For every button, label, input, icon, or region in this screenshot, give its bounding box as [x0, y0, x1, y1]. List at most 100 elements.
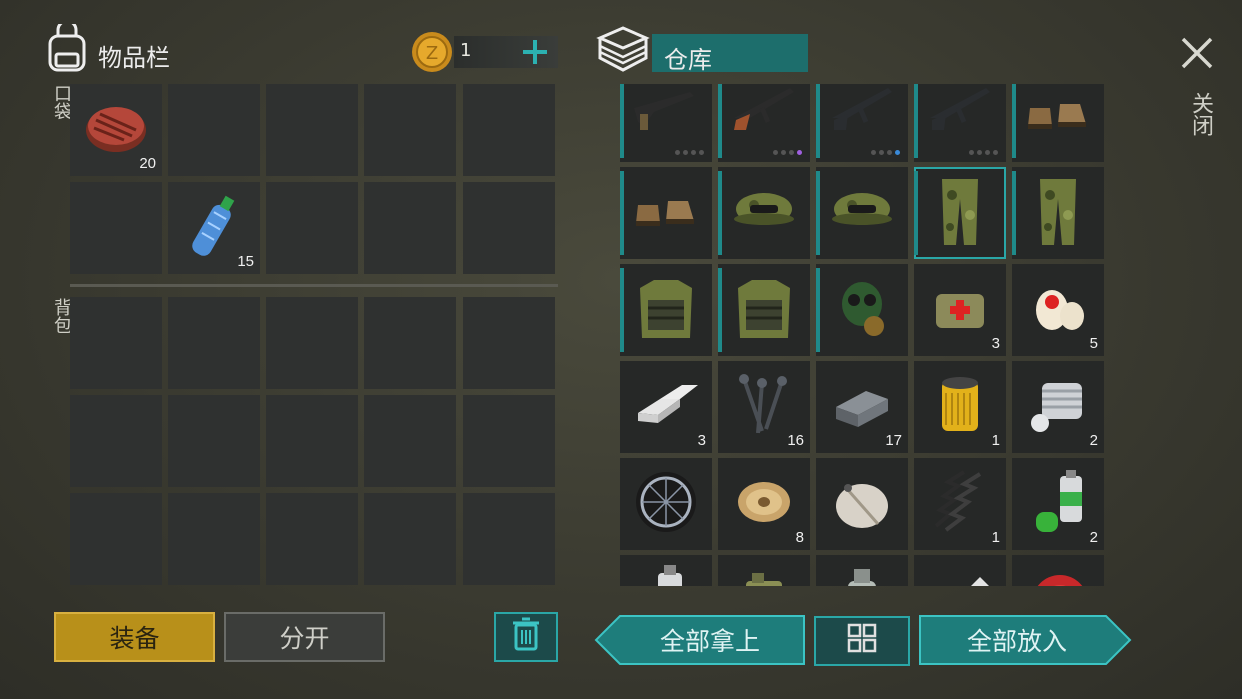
backpack-icon	[44, 19, 90, 72]
m4-rifle-icon	[826, 84, 898, 150]
oil-filter-slot[interactable]: 1	[914, 361, 1006, 453]
trash-button[interactable]	[494, 612, 558, 662]
ak-rifle-slot[interactable]	[718, 84, 810, 162]
take-all-button[interactable]: 全部拿上	[594, 614, 806, 666]
attachment-dot	[797, 150, 802, 155]
empty-slot[interactable]	[266, 182, 358, 274]
camo-vest-slot[interactable]	[620, 264, 712, 356]
add-coins-button[interactable]	[520, 36, 550, 68]
wheel-icon	[630, 466, 702, 538]
bottle-cap-icon	[1022, 563, 1094, 586]
bandage-icon	[1022, 272, 1094, 344]
steak-slot[interactable]: 20	[70, 84, 162, 176]
sort-grid-button[interactable]	[814, 616, 910, 666]
empty-slot[interactable]	[463, 84, 555, 176]
engine-cylinder-slot[interactable]: 2	[1012, 361, 1104, 453]
iron-ingot-slot[interactable]: 17	[816, 361, 908, 453]
close-icon[interactable]	[1180, 36, 1214, 70]
wire-spool-slot[interactable]: 8	[718, 458, 810, 550]
empty-slot[interactable]	[70, 395, 162, 487]
glass-jar-icon	[826, 563, 898, 586]
empty-slot[interactable]	[266, 84, 358, 176]
empty-slot[interactable]	[463, 493, 555, 585]
attachment-dot	[993, 150, 998, 155]
empty-slot[interactable]	[168, 84, 260, 176]
gas-mask-slot[interactable]	[816, 264, 908, 356]
empty-slot[interactable]	[70, 493, 162, 585]
empty-slot[interactable]	[168, 395, 260, 487]
spray-paint-blue-slot[interactable]	[620, 555, 712, 586]
attachment-dots	[969, 150, 998, 155]
m4-rifle-slot[interactable]	[816, 84, 908, 162]
close-label[interactable]: 关闭	[1184, 92, 1216, 136]
spring-slot[interactable]: 1	[914, 458, 1006, 550]
equipment-marker	[620, 171, 624, 255]
camo-vest-icon	[728, 272, 800, 344]
empty-slot[interactable]	[168, 297, 260, 389]
wheel-slot[interactable]	[620, 458, 712, 550]
item-count: 3	[991, 335, 1000, 352]
camo-pants-slot[interactable]	[914, 167, 1006, 259]
attachment-dot	[675, 150, 680, 155]
water-bottle-slot[interactable]: 15	[168, 182, 260, 274]
empty-slot[interactable]	[463, 395, 555, 487]
jerry-can-slot[interactable]	[718, 555, 810, 586]
nails-slot[interactable]: 16	[718, 361, 810, 453]
nails-icon	[728, 369, 800, 441]
empty-slot[interactable]	[364, 395, 456, 487]
empty-slot[interactable]	[70, 297, 162, 389]
boots-slot[interactable]	[1012, 84, 1104, 162]
spring-icon	[924, 466, 996, 538]
medkit-bag-slot[interactable]: 3	[914, 264, 1006, 356]
empty-slot[interactable]	[266, 395, 358, 487]
wire-spool-icon	[728, 466, 800, 538]
glass-jar-slot[interactable]	[816, 555, 908, 586]
empty-slot[interactable]	[463, 297, 555, 389]
equipment-marker	[718, 84, 722, 158]
item-count: 20	[139, 155, 156, 172]
camo-cap-slot[interactable]	[816, 167, 908, 259]
spray-paint-green-slot[interactable]: 2	[1012, 458, 1104, 550]
satellite-dish-slot[interactable]	[816, 458, 908, 550]
attachment-dot	[985, 150, 990, 155]
camo-cap-icon	[728, 175, 800, 247]
attachment-dot	[691, 150, 696, 155]
camo-pants-slot[interactable]	[1012, 167, 1104, 259]
camo-vest-slot[interactable]	[718, 264, 810, 356]
equip-button[interactable]: 装备	[54, 612, 215, 662]
attachment-dot	[977, 150, 982, 155]
empty-slot[interactable]	[70, 182, 162, 274]
magazine-roll-slot[interactable]	[914, 555, 1006, 586]
empty-slot[interactable]	[168, 493, 260, 585]
medkit-bag-icon	[924, 272, 996, 344]
storage-grid-viewport[interactable]: 3 5 3 16 17 1 2 8 1 2	[618, 84, 1108, 586]
m4-rifle-slot[interactable]	[914, 84, 1006, 162]
item-count: 16	[787, 432, 804, 449]
bottle-cap-slot[interactable]	[1012, 555, 1104, 586]
boots-slot[interactable]	[620, 167, 712, 259]
attachment-dot	[879, 150, 884, 155]
equipment-marker	[718, 268, 722, 352]
item-count: 8	[795, 529, 804, 546]
empty-slot[interactable]	[364, 493, 456, 585]
empty-slot[interactable]	[364, 182, 456, 274]
empty-slot[interactable]	[266, 297, 358, 389]
equipment-marker	[914, 84, 918, 158]
empty-slot[interactable]	[364, 297, 456, 389]
pocket-divider	[70, 284, 558, 287]
equipment-marker	[718, 171, 722, 255]
bandage-slot[interactable]: 5	[1012, 264, 1104, 356]
empty-slot[interactable]	[463, 182, 555, 274]
rifle-slot[interactable]	[620, 84, 712, 162]
item-count: 1	[991, 529, 1000, 546]
empty-slot[interactable]	[266, 493, 358, 585]
attachment-dot	[781, 150, 786, 155]
empty-slot[interactable]	[364, 84, 456, 176]
attachment-dot	[969, 150, 974, 155]
camo-pants-icon	[1022, 175, 1094, 247]
aluminum-ingot-slot[interactable]: 3	[620, 361, 712, 453]
camo-cap-slot[interactable]	[718, 167, 810, 259]
split-button[interactable]: 分开	[224, 612, 385, 662]
engine-cylinder-icon	[1022, 369, 1094, 441]
put-all-button[interactable]: 全部放入	[918, 614, 1132, 666]
